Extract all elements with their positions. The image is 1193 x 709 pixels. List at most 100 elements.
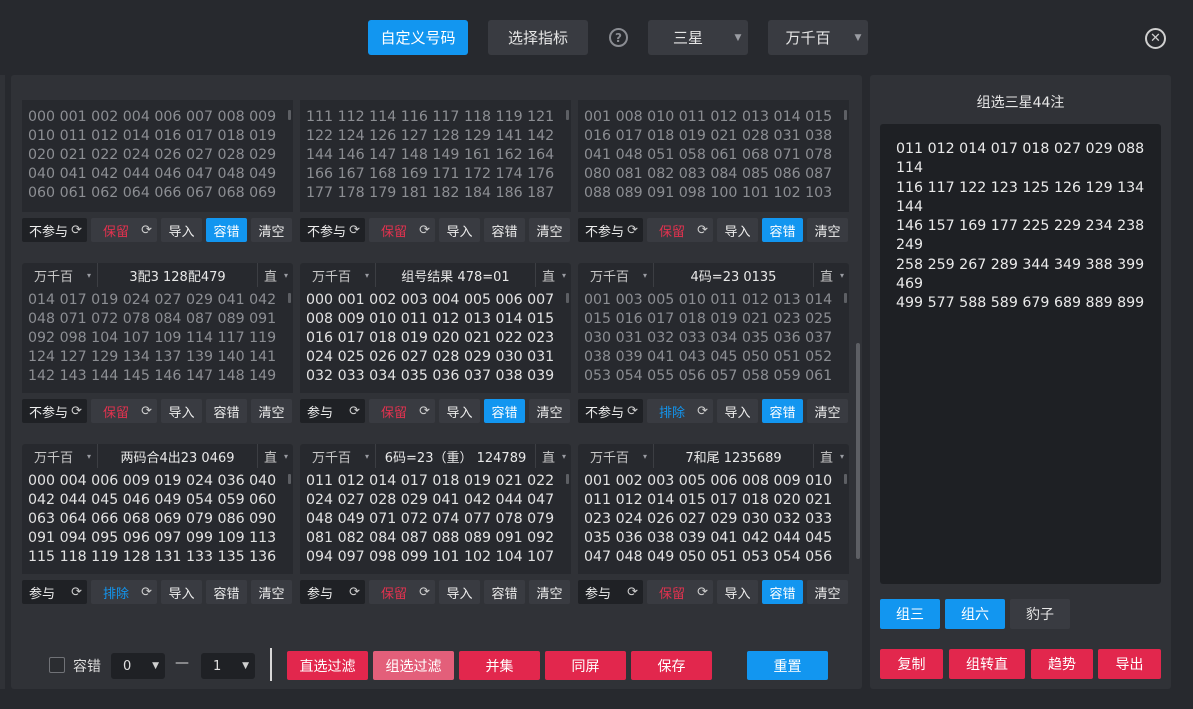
join-toggle[interactable]: 不参与 ⟳: [578, 218, 643, 242]
group-filter-button[interactable]: 组选过滤: [373, 651, 454, 680]
clear-button[interactable]: 清空: [251, 218, 292, 242]
tolerance-button[interactable]: 容错: [484, 399, 525, 423]
clear-button[interactable]: 清空: [529, 218, 570, 242]
clear-button[interactable]: 清空: [251, 399, 292, 423]
leopard-toggle[interactable]: 豹子: [1010, 599, 1070, 629]
import-button[interactable]: 导入: [439, 399, 480, 423]
group-six-toggle[interactable]: 组六: [945, 599, 1005, 629]
join-toggle[interactable]: 不参与 ⟳: [22, 218, 87, 242]
exclude-toggle[interactable]: 排除 ⟳: [647, 399, 713, 423]
tolerance-button[interactable]: 容错: [762, 218, 803, 242]
card-direction-select[interactable]: 直 ▾: [535, 263, 571, 287]
select-indicator-button[interactable]: 选择指标: [488, 20, 588, 55]
card-scrollbar[interactable]: [844, 110, 847, 120]
card-scrollbar[interactable]: [288, 474, 291, 484]
cards-scrollbar[interactable]: [856, 343, 860, 559]
result-title: 组选三星44注: [976, 95, 1065, 111]
join-toggle[interactable]: 不参与 ⟳: [300, 218, 365, 242]
tolerance-button[interactable]: 容错: [206, 580, 247, 604]
import-button[interactable]: 导入: [717, 580, 758, 604]
reset-button[interactable]: 重置: [747, 651, 828, 680]
trend-button[interactable]: 趋势: [1031, 649, 1093, 679]
tolerance-button[interactable]: 容错: [762, 580, 803, 604]
card-scrollbar[interactable]: [288, 110, 291, 120]
card-position-select[interactable]: 万千百 ▾: [22, 444, 98, 468]
join-toggle[interactable]: 参与 ⟳: [300, 580, 365, 604]
chevron-down-icon: ▾: [839, 270, 844, 280]
export-button[interactable]: 导出: [1098, 649, 1161, 679]
card-position-select[interactable]: 万千百 ▾: [578, 444, 654, 468]
tolerance-button[interactable]: 容错: [484, 218, 525, 242]
group-three-toggle[interactable]: 组三: [880, 599, 940, 629]
clear-button[interactable]: 清空: [529, 399, 570, 423]
card-position-select[interactable]: 万千百 ▾: [578, 263, 654, 287]
card-position-select[interactable]: 万千百 ▾: [300, 263, 376, 287]
clear-button[interactable]: 清空: [529, 580, 570, 604]
star-select[interactable]: 三星 ▼: [648, 20, 748, 55]
close-icon[interactable]: ✕: [1145, 28, 1166, 49]
custom-number-button[interactable]: 自定义号码: [368, 20, 468, 55]
import-button[interactable]: 导入: [717, 399, 758, 423]
card-direction-select[interactable]: 直 ▾: [813, 444, 849, 468]
card-numbers-text: 000 004 006 009 019 024 036 040 042 044 …: [28, 473, 277, 565]
tolerance-button[interactable]: 容错: [206, 399, 247, 423]
card-position-select[interactable]: 万千百 ▾: [300, 444, 376, 468]
clear-button[interactable]: 清空: [807, 580, 848, 604]
tolerance-checkbox[interactable]: [49, 657, 65, 673]
import-button[interactable]: 导入: [161, 399, 202, 423]
copy-button[interactable]: 复制: [880, 649, 943, 679]
union-button[interactable]: 并集: [459, 651, 540, 680]
keep-toggle[interactable]: 保留 ⟳: [369, 218, 435, 242]
join-toggle[interactable]: 不参与 ⟳: [22, 399, 87, 423]
save-button[interactable]: 保存: [631, 651, 712, 680]
card-direction-select[interactable]: 直 ▾: [257, 263, 293, 287]
chevron-down-icon: ▾: [642, 451, 647, 461]
exclude-toggle[interactable]: 排除 ⟳: [91, 580, 157, 604]
card-direction-select[interactable]: 直 ▾: [535, 444, 571, 468]
tolerance-min-select[interactable]: 0 ▼: [111, 653, 165, 679]
clear-button[interactable]: 清空: [807, 218, 848, 242]
tolerance-button[interactable]: 容错: [206, 218, 247, 242]
group-to-direct-button[interactable]: 组转直: [949, 649, 1025, 679]
import-button[interactable]: 导入: [161, 218, 202, 242]
help-icon[interactable]: ?: [609, 28, 628, 47]
card-number-list: 000 001 002 003 004 005 006 007 008 009 …: [300, 287, 571, 393]
join-toggle[interactable]: 参与 ⟳: [22, 580, 87, 604]
tolerance-button[interactable]: 容错: [484, 580, 525, 604]
tolerance-max-select[interactable]: 1 ▼: [201, 653, 255, 679]
card-scrollbar[interactable]: [566, 293, 569, 303]
card-direction-select[interactable]: 直 ▾: [257, 444, 293, 468]
keep-toggle[interactable]: 保留 ⟳: [369, 399, 435, 423]
clear-button[interactable]: 清空: [251, 580, 292, 604]
mode-label: 保留: [103, 224, 130, 240]
card-position-value: 万千百: [312, 269, 352, 285]
same-screen-button[interactable]: 同屏: [545, 651, 626, 680]
keep-toggle[interactable]: 保留 ⟳: [369, 580, 435, 604]
keep-toggle[interactable]: 保留 ⟳: [91, 218, 157, 242]
position-select[interactable]: 万千百 ▼: [768, 20, 868, 55]
card-scrollbar[interactable]: [566, 474, 569, 484]
import-button[interactable]: 导入: [161, 580, 202, 604]
join-toggle[interactable]: 不参与 ⟳: [578, 399, 643, 423]
keep-toggle[interactable]: 保留 ⟳: [647, 218, 713, 242]
import-button[interactable]: 导入: [717, 218, 758, 242]
direct-filter-button[interactable]: 直选过滤: [287, 651, 368, 680]
card-scrollbar[interactable]: [566, 110, 569, 120]
keep-toggle[interactable]: 保留 ⟳: [647, 580, 713, 604]
clear-button[interactable]: 清空: [807, 399, 848, 423]
join-toggle[interactable]: 参与 ⟳: [300, 399, 365, 423]
card-numbers-text: 111 112 114 116 117 118 119 121 122 124 …: [306, 109, 555, 201]
card-scrollbar[interactable]: [844, 293, 847, 303]
chevron-down-icon: ▾: [642, 270, 647, 280]
join-toggle[interactable]: 参与 ⟳: [578, 580, 643, 604]
card-direction-select[interactable]: 直 ▾: [813, 263, 849, 287]
card-scrollbar[interactable]: [288, 293, 291, 303]
card-actions: 不参与 ⟳ 保留 ⟳ 导入 容错 清空: [578, 218, 848, 242]
import-button[interactable]: 导入: [439, 218, 480, 242]
keep-toggle[interactable]: 保留 ⟳: [91, 399, 157, 423]
card-numbers-text: 001 003 005 010 011 012 013 014 015 016 …: [584, 292, 833, 384]
import-button[interactable]: 导入: [439, 580, 480, 604]
tolerance-button[interactable]: 容错: [762, 399, 803, 423]
card-position-select[interactable]: 万千百 ▾: [22, 263, 98, 287]
card-scrollbar[interactable]: [844, 474, 847, 484]
